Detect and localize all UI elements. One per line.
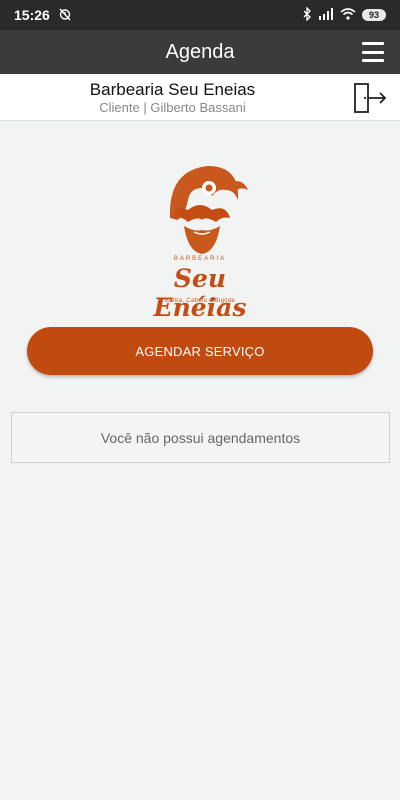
logo-name: Seu Enéias <box>153 264 247 322</box>
logo-top-text: BARBEARIA <box>173 256 227 262</box>
schedule-service-button[interactable]: AGENDAR SERVIÇO <box>27 327 373 375</box>
signal-icon <box>318 7 334 23</box>
shop-name: Barbearia Seu Eneias <box>89 80 256 99</box>
logout-door-icon[interactable] <box>352 81 388 115</box>
empty-message: Você não possui agendamentos <box>100 429 301 446</box>
client-line: Cliente | Gilberto Bassani <box>99 100 246 115</box>
status-left: 15:26 <box>14 7 72 24</box>
alarm-off-icon <box>58 7 72 24</box>
battery-level: 93 <box>368 10 379 20</box>
status-bar: 15:26 93 <box>0 0 400 30</box>
bluetooth-icon <box>302 5 312 24</box>
logo-tagline: Barba, Cabelo e Bigode <box>164 298 236 304</box>
barbershop-logo: BARBEARIA Seu Enéias Barba, Cabelo e Big… <box>130 160 270 322</box>
appointments-empty-state: Você não possui agendamentos <box>11 412 390 463</box>
app-bar: Agenda <box>0 30 400 74</box>
page-title: Agenda <box>165 40 235 63</box>
status-right: 93 <box>302 5 386 24</box>
menu-line <box>362 59 384 62</box>
mustache-face-icon <box>169 166 248 254</box>
info-bar: Barbearia Seu Eneias Cliente | Gilberto … <box>0 74 400 121</box>
status-time: 15:26 <box>14 7 50 23</box>
menu-line <box>362 42 384 45</box>
battery-icon: 93 <box>362 9 386 21</box>
hamburger-menu-icon[interactable] <box>362 42 384 62</box>
wifi-icon <box>340 7 356 23</box>
menu-line <box>362 50 384 54</box>
